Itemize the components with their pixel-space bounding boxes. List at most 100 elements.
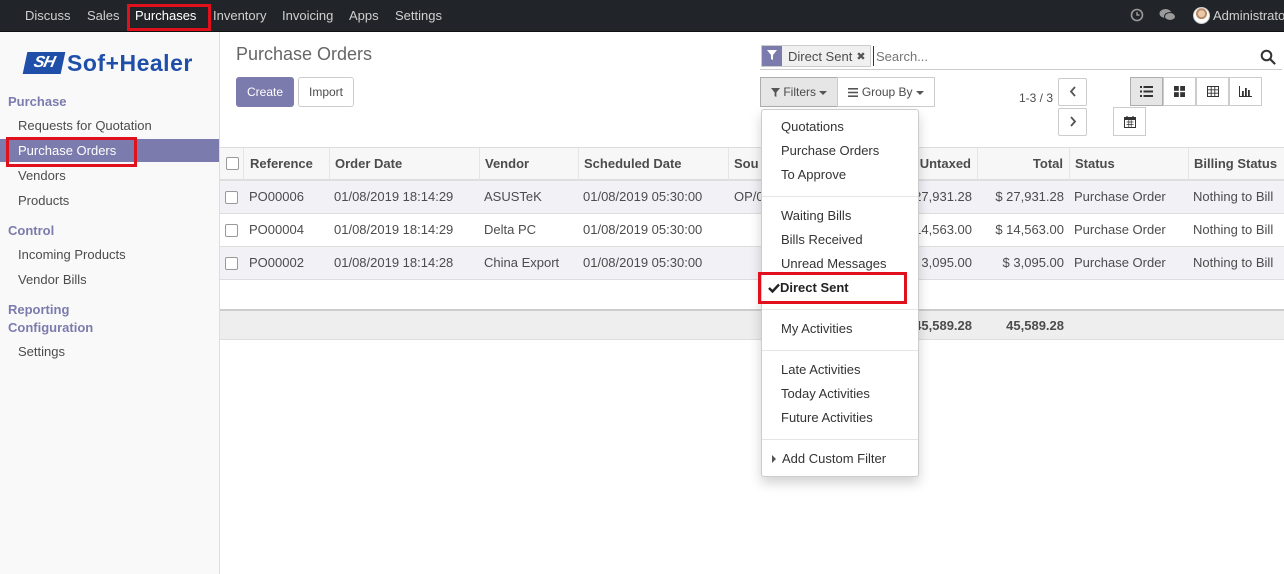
kanban-view-button[interactable] bbox=[1163, 77, 1196, 106]
create-button[interactable]: Create bbox=[236, 77, 294, 107]
menu-settings[interactable]: Settings bbox=[395, 0, 442, 32]
user-avatar[interactable] bbox=[1193, 7, 1210, 24]
sidebar: SH Sof+Healer Purchase Requests for Quot… bbox=[0, 32, 220, 574]
top-navbar: Discuss Sales Purchases Inventory Invoic… bbox=[0, 0, 1284, 32]
row-checkbox[interactable] bbox=[225, 191, 238, 204]
column-header-vendor[interactable]: Vendor bbox=[480, 148, 579, 180]
user-menu-name[interactable]: Administrator bbox=[1213, 0, 1284, 32]
column-header-reference[interactable]: Reference bbox=[245, 148, 330, 180]
select-all-checkbox[interactable] bbox=[226, 157, 239, 170]
menu-divider bbox=[762, 309, 918, 310]
filter-future-activities[interactable]: Future Activities bbox=[781, 409, 873, 427]
filter-funnel-icon bbox=[770, 88, 780, 97]
sidebar-heading-purchase[interactable]: Purchase bbox=[8, 94, 67, 109]
filter-waiting-bills[interactable]: Waiting Bills bbox=[781, 207, 851, 225]
calendar-view-button[interactable] bbox=[1113, 107, 1146, 136]
sidebar-item-requests-for-quotation[interactable]: Requests for Quotation bbox=[0, 114, 219, 137]
sidebar-heading-control[interactable]: Control bbox=[8, 223, 54, 238]
cell-vendor: China Export bbox=[484, 255, 560, 270]
cell-vendor: ASUSTeK bbox=[484, 189, 542, 204]
filter-bills-received[interactable]: Bills Received bbox=[781, 231, 863, 249]
column-header-status[interactable]: Status bbox=[1070, 148, 1189, 180]
row-checkbox[interactable] bbox=[225, 224, 238, 237]
chat-icon[interactable] bbox=[1159, 8, 1176, 22]
calendar-icon bbox=[1123, 115, 1136, 128]
search-icon[interactable] bbox=[1260, 49, 1276, 65]
menu-invoicing[interactable]: Invoicing bbox=[282, 0, 333, 32]
cell-scheduled-date: 01/08/2019 05:30:00 bbox=[583, 189, 703, 204]
cell-status: Purchase Order bbox=[1074, 189, 1166, 204]
filter-quotations[interactable]: Quotations bbox=[781, 118, 844, 136]
pivot-view-button[interactable] bbox=[1196, 77, 1229, 106]
pager-previous-button[interactable] bbox=[1058, 78, 1087, 106]
pager-value[interactable]: 1-3 / 3 bbox=[1018, 89, 1054, 107]
filters-label: Filters bbox=[783, 85, 816, 99]
column-header-total[interactable]: Total bbox=[978, 148, 1070, 180]
menu-divider bbox=[762, 439, 918, 440]
cell-order-date: 01/08/2019 18:14:28 bbox=[334, 255, 454, 270]
list-view-button[interactable] bbox=[1130, 77, 1163, 106]
cell-scheduled-date: 01/08/2019 05:30:00 bbox=[583, 255, 703, 270]
page-title: Purchase Orders bbox=[236, 44, 373, 64]
table-row[interactable]: PO00002 01/08/2019 18:14:28 China Export… bbox=[220, 247, 1284, 280]
filter-late-activities[interactable]: Late Activities bbox=[781, 361, 861, 379]
cell-billing-status: Nothing to Bill bbox=[1193, 222, 1274, 237]
caret-down-icon bbox=[819, 90, 827, 95]
search-input[interactable] bbox=[873, 46, 1253, 66]
filter-my-activities[interactable]: My Activities bbox=[781, 320, 853, 338]
menu-discuss[interactable]: Discuss bbox=[25, 0, 71, 32]
sidebar-item-purchase-orders[interactable]: Purchase Orders bbox=[0, 139, 219, 162]
column-header-order-date[interactable]: Order Date bbox=[330, 148, 480, 180]
menu-inventory[interactable]: Inventory bbox=[213, 0, 266, 32]
cell-total: $ 14,563.00 bbox=[995, 222, 1064, 237]
menu-purchases[interactable]: Purchases bbox=[135, 0, 196, 32]
caret-right-icon bbox=[772, 455, 776, 463]
filter-today-activities[interactable]: Today Activities bbox=[781, 385, 870, 403]
sidebar-item-settings[interactable]: Settings bbox=[0, 340, 219, 363]
search-facet-label: Direct Sent bbox=[788, 48, 853, 64]
menu-sales[interactable]: Sales bbox=[87, 0, 120, 32]
cell-status: Purchase Order bbox=[1074, 222, 1166, 237]
graph-view-button[interactable] bbox=[1229, 77, 1262, 106]
pager-next-button[interactable] bbox=[1058, 108, 1087, 136]
search-facet: Direct Sent ✖ bbox=[761, 45, 871, 67]
sidebar-heading-configuration[interactable]: Configuration bbox=[8, 320, 93, 335]
filter-to-approve[interactable]: To Approve bbox=[781, 166, 846, 184]
bars-icon bbox=[848, 88, 859, 97]
clock-icon[interactable] bbox=[1130, 8, 1144, 22]
group-by-dropdown-button[interactable]: Group By bbox=[837, 77, 935, 107]
menu-apps[interactable]: Apps bbox=[349, 0, 379, 32]
search-bar: Direct Sent ✖ bbox=[760, 43, 1282, 70]
sidebar-item-vendors[interactable]: Vendors bbox=[0, 164, 219, 187]
sidebar-item-incoming-products[interactable]: Incoming Products bbox=[0, 243, 219, 266]
group-by-label: Group By bbox=[861, 85, 913, 99]
add-custom-filter[interactable]: Add Custom Filter bbox=[771, 450, 886, 468]
filters-dropdown-button[interactable]: Filters bbox=[760, 77, 838, 107]
filters-dropdown-menu: Quotations Purchase Orders To Approve Wa… bbox=[761, 109, 919, 477]
sidebar-item-products[interactable]: Products bbox=[0, 189, 219, 212]
sidebar-heading-reporting[interactable]: Reporting bbox=[8, 302, 69, 317]
facet-remove-icon[interactable]: ✖ bbox=[856, 50, 869, 63]
cell-source: OP/0 bbox=[734, 189, 764, 204]
filter-direct-sent[interactable]: Direct Sent bbox=[768, 279, 849, 297]
logo-text: Sof+Healer bbox=[67, 50, 193, 76]
table-row[interactable]: PO00004 01/08/2019 18:14:29 Delta PC 01/… bbox=[220, 214, 1284, 247]
chevron-right-icon bbox=[1069, 116, 1076, 127]
checkmark-icon bbox=[768, 283, 780, 294]
list-icon bbox=[1140, 86, 1153, 97]
table-header: Reference Order Date Vendor Scheduled Da… bbox=[220, 147, 1284, 181]
row-checkbox[interactable] bbox=[225, 257, 238, 270]
bar-chart-icon bbox=[1239, 86, 1252, 97]
import-button[interactable]: Import bbox=[298, 77, 354, 107]
footer-total: 45,589.28 bbox=[1006, 318, 1064, 333]
column-header-billing-status[interactable]: Billing Status bbox=[1189, 148, 1284, 180]
table-icon bbox=[1206, 86, 1219, 97]
sidebar-item-vendor-bills[interactable]: Vendor Bills bbox=[0, 268, 219, 291]
select-all-cell bbox=[220, 148, 244, 180]
table-row[interactable]: PO00006 01/08/2019 18:14:29 ASUSTeK 01/0… bbox=[220, 181, 1284, 214]
cell-total: $ 3,095.00 bbox=[1002, 255, 1064, 270]
filter-purchase-orders[interactable]: Purchase Orders bbox=[781, 142, 879, 160]
table-footer-totals: 45,589.28 45,589.28 bbox=[220, 309, 1284, 340]
column-header-scheduled-date[interactable]: Scheduled Date bbox=[579, 148, 729, 180]
filter-unread-messages[interactable]: Unread Messages bbox=[781, 255, 887, 273]
